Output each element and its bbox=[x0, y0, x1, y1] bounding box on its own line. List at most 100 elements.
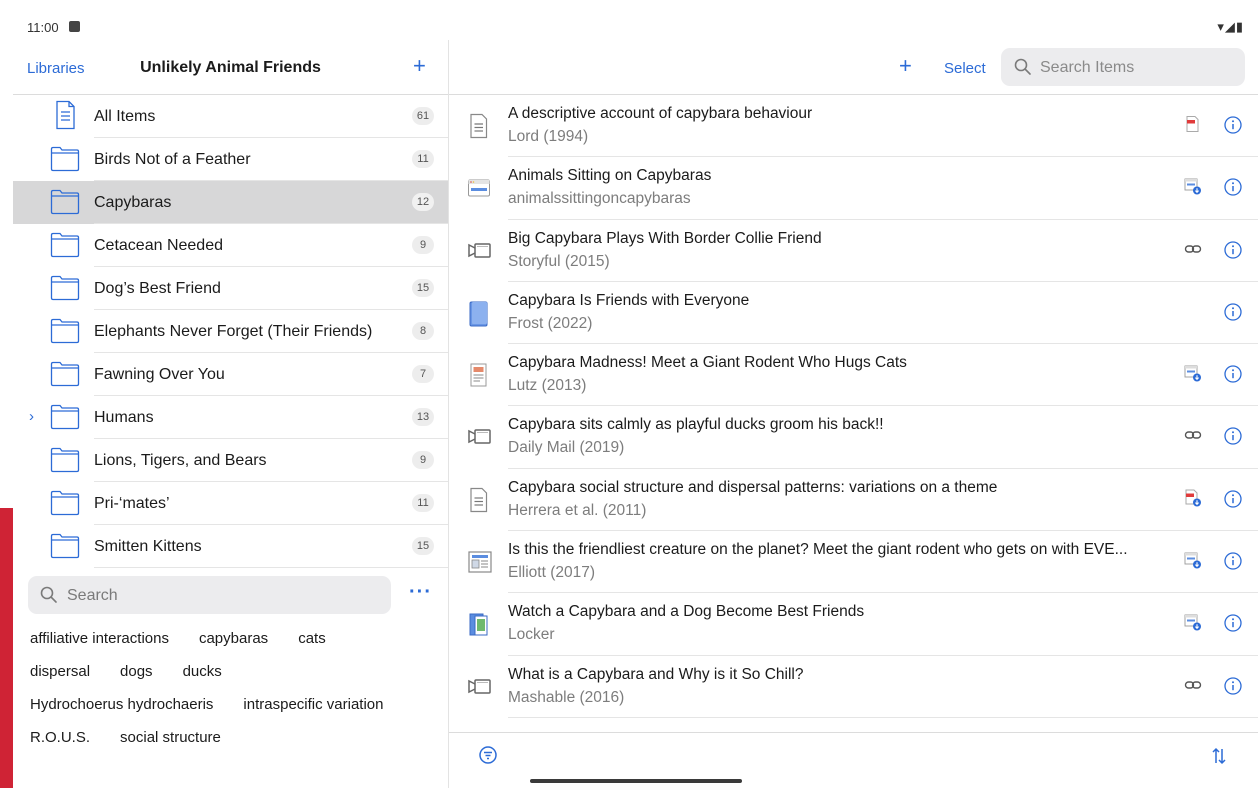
link-icon[interactable] bbox=[1184, 426, 1202, 444]
sort-icon[interactable] bbox=[1210, 745, 1228, 767]
item-subtitle: Daily Mail (2019) bbox=[508, 439, 625, 457]
item-row[interactable]: Animals Sitting on Capybaras animalssitti… bbox=[449, 157, 1258, 220]
collection-label: Lions, Tigers, and Bears bbox=[94, 452, 267, 469]
item-subtitle: Frost (2022) bbox=[508, 314, 593, 332]
collection-label: Dog’s Best Friend bbox=[94, 280, 221, 297]
tag-chip[interactable]: dogs bbox=[120, 663, 153, 680]
item-row[interactable]: A descriptive account of capybara behavi… bbox=[449, 95, 1258, 158]
collection-label: Elephants Never Forget (Their Friends) bbox=[94, 323, 373, 340]
item-subtitle: animalssittingoncapybaras bbox=[508, 190, 691, 208]
collection-row[interactable]: Cetacean Needed 9 bbox=[13, 224, 448, 267]
newspaper-article-icon bbox=[467, 549, 492, 575]
link-icon[interactable] bbox=[1184, 240, 1202, 258]
pdf-icon[interactable] bbox=[1184, 115, 1202, 133]
row-divider bbox=[508, 716, 1258, 718]
info-icon[interactable] bbox=[1224, 116, 1242, 134]
item-row[interactable]: Capybara Madness! Meet a Giant Rodent Wh… bbox=[449, 344, 1258, 407]
snapshot-download-icon[interactable] bbox=[1184, 551, 1202, 569]
filter-icon[interactable] bbox=[478, 745, 498, 765]
tag-chip[interactable]: Hydrochoerus hydrochaeris bbox=[30, 696, 213, 713]
info-icon[interactable] bbox=[1224, 240, 1242, 259]
item-row[interactable]: Is this the friendliest creature on the … bbox=[449, 531, 1258, 594]
system-status-icons: ▾◢▮ bbox=[1217, 19, 1244, 34]
collection-row[interactable]: Lions, Tigers, and Bears 9 bbox=[13, 439, 448, 482]
info-icon[interactable] bbox=[1224, 427, 1242, 446]
folder-icon bbox=[50, 146, 80, 172]
snapshot-download-icon[interactable] bbox=[1184, 364, 1202, 382]
collection-row[interactable]: All Items 61 bbox=[13, 95, 448, 138]
select-button[interactable]: Select bbox=[944, 60, 986, 77]
tag-chip[interactable]: capybaras bbox=[199, 630, 268, 647]
tag-chip[interactable]: ducks bbox=[183, 663, 222, 680]
tag-chip[interactable]: affiliative interactions bbox=[30, 630, 169, 647]
item-row[interactable]: Capybara social structure and dispersal … bbox=[449, 469, 1258, 532]
collection-row[interactable]: Dog’s Best Friend 15 bbox=[13, 267, 448, 310]
item-title: Capybara Madness! Meet a Giant Rodent Wh… bbox=[508, 354, 907, 372]
tag-chip[interactable]: cats bbox=[298, 630, 326, 647]
item-row[interactable]: Watch a Capybara and a Dog Become Best F… bbox=[449, 593, 1258, 656]
item-title: What is a Capybara and Why is it So Chil… bbox=[508, 665, 804, 683]
item-row[interactable]: What is a Capybara and Why is it So Chil… bbox=[449, 656, 1258, 718]
item-row[interactable]: Capybara sits calmly as playful ducks gr… bbox=[449, 406, 1258, 469]
collection-label: All Items bbox=[94, 108, 156, 125]
tag-chip[interactable]: intraspecific variation bbox=[243, 696, 383, 713]
home-indicator[interactable] bbox=[530, 779, 742, 783]
info-icon[interactable] bbox=[1224, 178, 1242, 196]
expand-chevron-icon[interactable]: › bbox=[29, 408, 34, 425]
collection-label: Capybaras bbox=[94, 194, 172, 211]
item-subtitle: Herrera et al. (2011) bbox=[508, 501, 647, 519]
status-time: 11:00 bbox=[27, 20, 59, 35]
book-icon bbox=[467, 300, 491, 327]
item-title: A descriptive account of capybara behavi… bbox=[508, 105, 813, 122]
item-row[interactable]: Big Capybara Plays With Border Collie Fr… bbox=[449, 220, 1258, 282]
pdf-download-icon[interactable] bbox=[1184, 489, 1202, 507]
info-icon[interactable] bbox=[1224, 552, 1242, 570]
item-search-input[interactable]: Search Items bbox=[1001, 48, 1245, 86]
collection-count-badge: 7 bbox=[412, 365, 434, 383]
item-title: Capybara social structure and dispersal … bbox=[508, 478, 998, 496]
collection-row[interactable]: Smitten Kittens 15 bbox=[13, 525, 448, 568]
more-options-button[interactable]: ··· bbox=[409, 582, 432, 602]
tag-chip[interactable]: R.O.U.S. bbox=[30, 729, 90, 746]
collection-count-badge: 12 bbox=[412, 193, 434, 211]
row-divider bbox=[94, 567, 448, 568]
collection-count-badge: 11 bbox=[412, 150, 434, 168]
item-row[interactable]: Capybara Is Friends with Everyone Frost (… bbox=[449, 282, 1258, 345]
collection-count-badge: 9 bbox=[412, 451, 434, 469]
collection-row[interactable]: Elephants Never Forget (Their Friends) 8 bbox=[13, 310, 448, 353]
info-icon[interactable] bbox=[1224, 303, 1242, 321]
info-icon[interactable] bbox=[1224, 490, 1242, 508]
app-window: 11:00 ▾◢▮ Libraries Unlikely Animal Frie… bbox=[13, 14, 1258, 788]
library-title: Unlikely Animal Friends bbox=[140, 59, 321, 76]
collection-row[interactable]: › Humans 13 bbox=[13, 396, 448, 439]
collection-row[interactable]: Capybaras 12 bbox=[13, 181, 448, 224]
folder-icon bbox=[50, 490, 80, 516]
info-icon[interactable] bbox=[1224, 365, 1242, 383]
item-subtitle: Locker bbox=[508, 626, 555, 644]
tag-line: affiliative interactions capybaras cats bbox=[30, 630, 440, 663]
collection-label: Fawning Over You bbox=[94, 366, 225, 383]
collections-header: Libraries Unlikely Animal Friends + bbox=[13, 40, 448, 95]
collection-count-badge: 15 bbox=[412, 537, 434, 555]
snapshot-download-icon[interactable] bbox=[1184, 613, 1202, 631]
collection-row[interactable]: Pri-‘mates’ 11 bbox=[13, 482, 448, 525]
tag-chip[interactable]: dispersal bbox=[30, 663, 90, 680]
item-search-placeholder: Search Items bbox=[1040, 59, 1135, 76]
tag-search-input[interactable]: Search bbox=[28, 576, 391, 614]
video-icon bbox=[467, 424, 491, 450]
collection-row[interactable]: Fawning Over You 7 bbox=[13, 353, 448, 396]
add-item-button[interactable]: + bbox=[899, 53, 912, 79]
folder-icon bbox=[50, 404, 80, 430]
item-title: Capybara Is Friends with Everyone bbox=[508, 291, 750, 309]
tag-cloud: affiliative interactions capybaras cats dis… bbox=[30, 630, 440, 762]
snapshot-download-icon[interactable] bbox=[1184, 177, 1202, 195]
link-icon[interactable] bbox=[1184, 676, 1202, 694]
collection-row[interactable]: Birds Not of a Feather 11 bbox=[13, 138, 448, 181]
info-icon[interactable] bbox=[1224, 614, 1242, 633]
tag-chip[interactable]: social structure bbox=[120, 729, 221, 746]
info-icon[interactable] bbox=[1224, 677, 1242, 695]
search-icon bbox=[40, 586, 57, 603]
notification-icon bbox=[69, 21, 80, 32]
magazine-article-icon bbox=[467, 362, 491, 388]
add-collection-button[interactable]: + bbox=[413, 53, 426, 79]
